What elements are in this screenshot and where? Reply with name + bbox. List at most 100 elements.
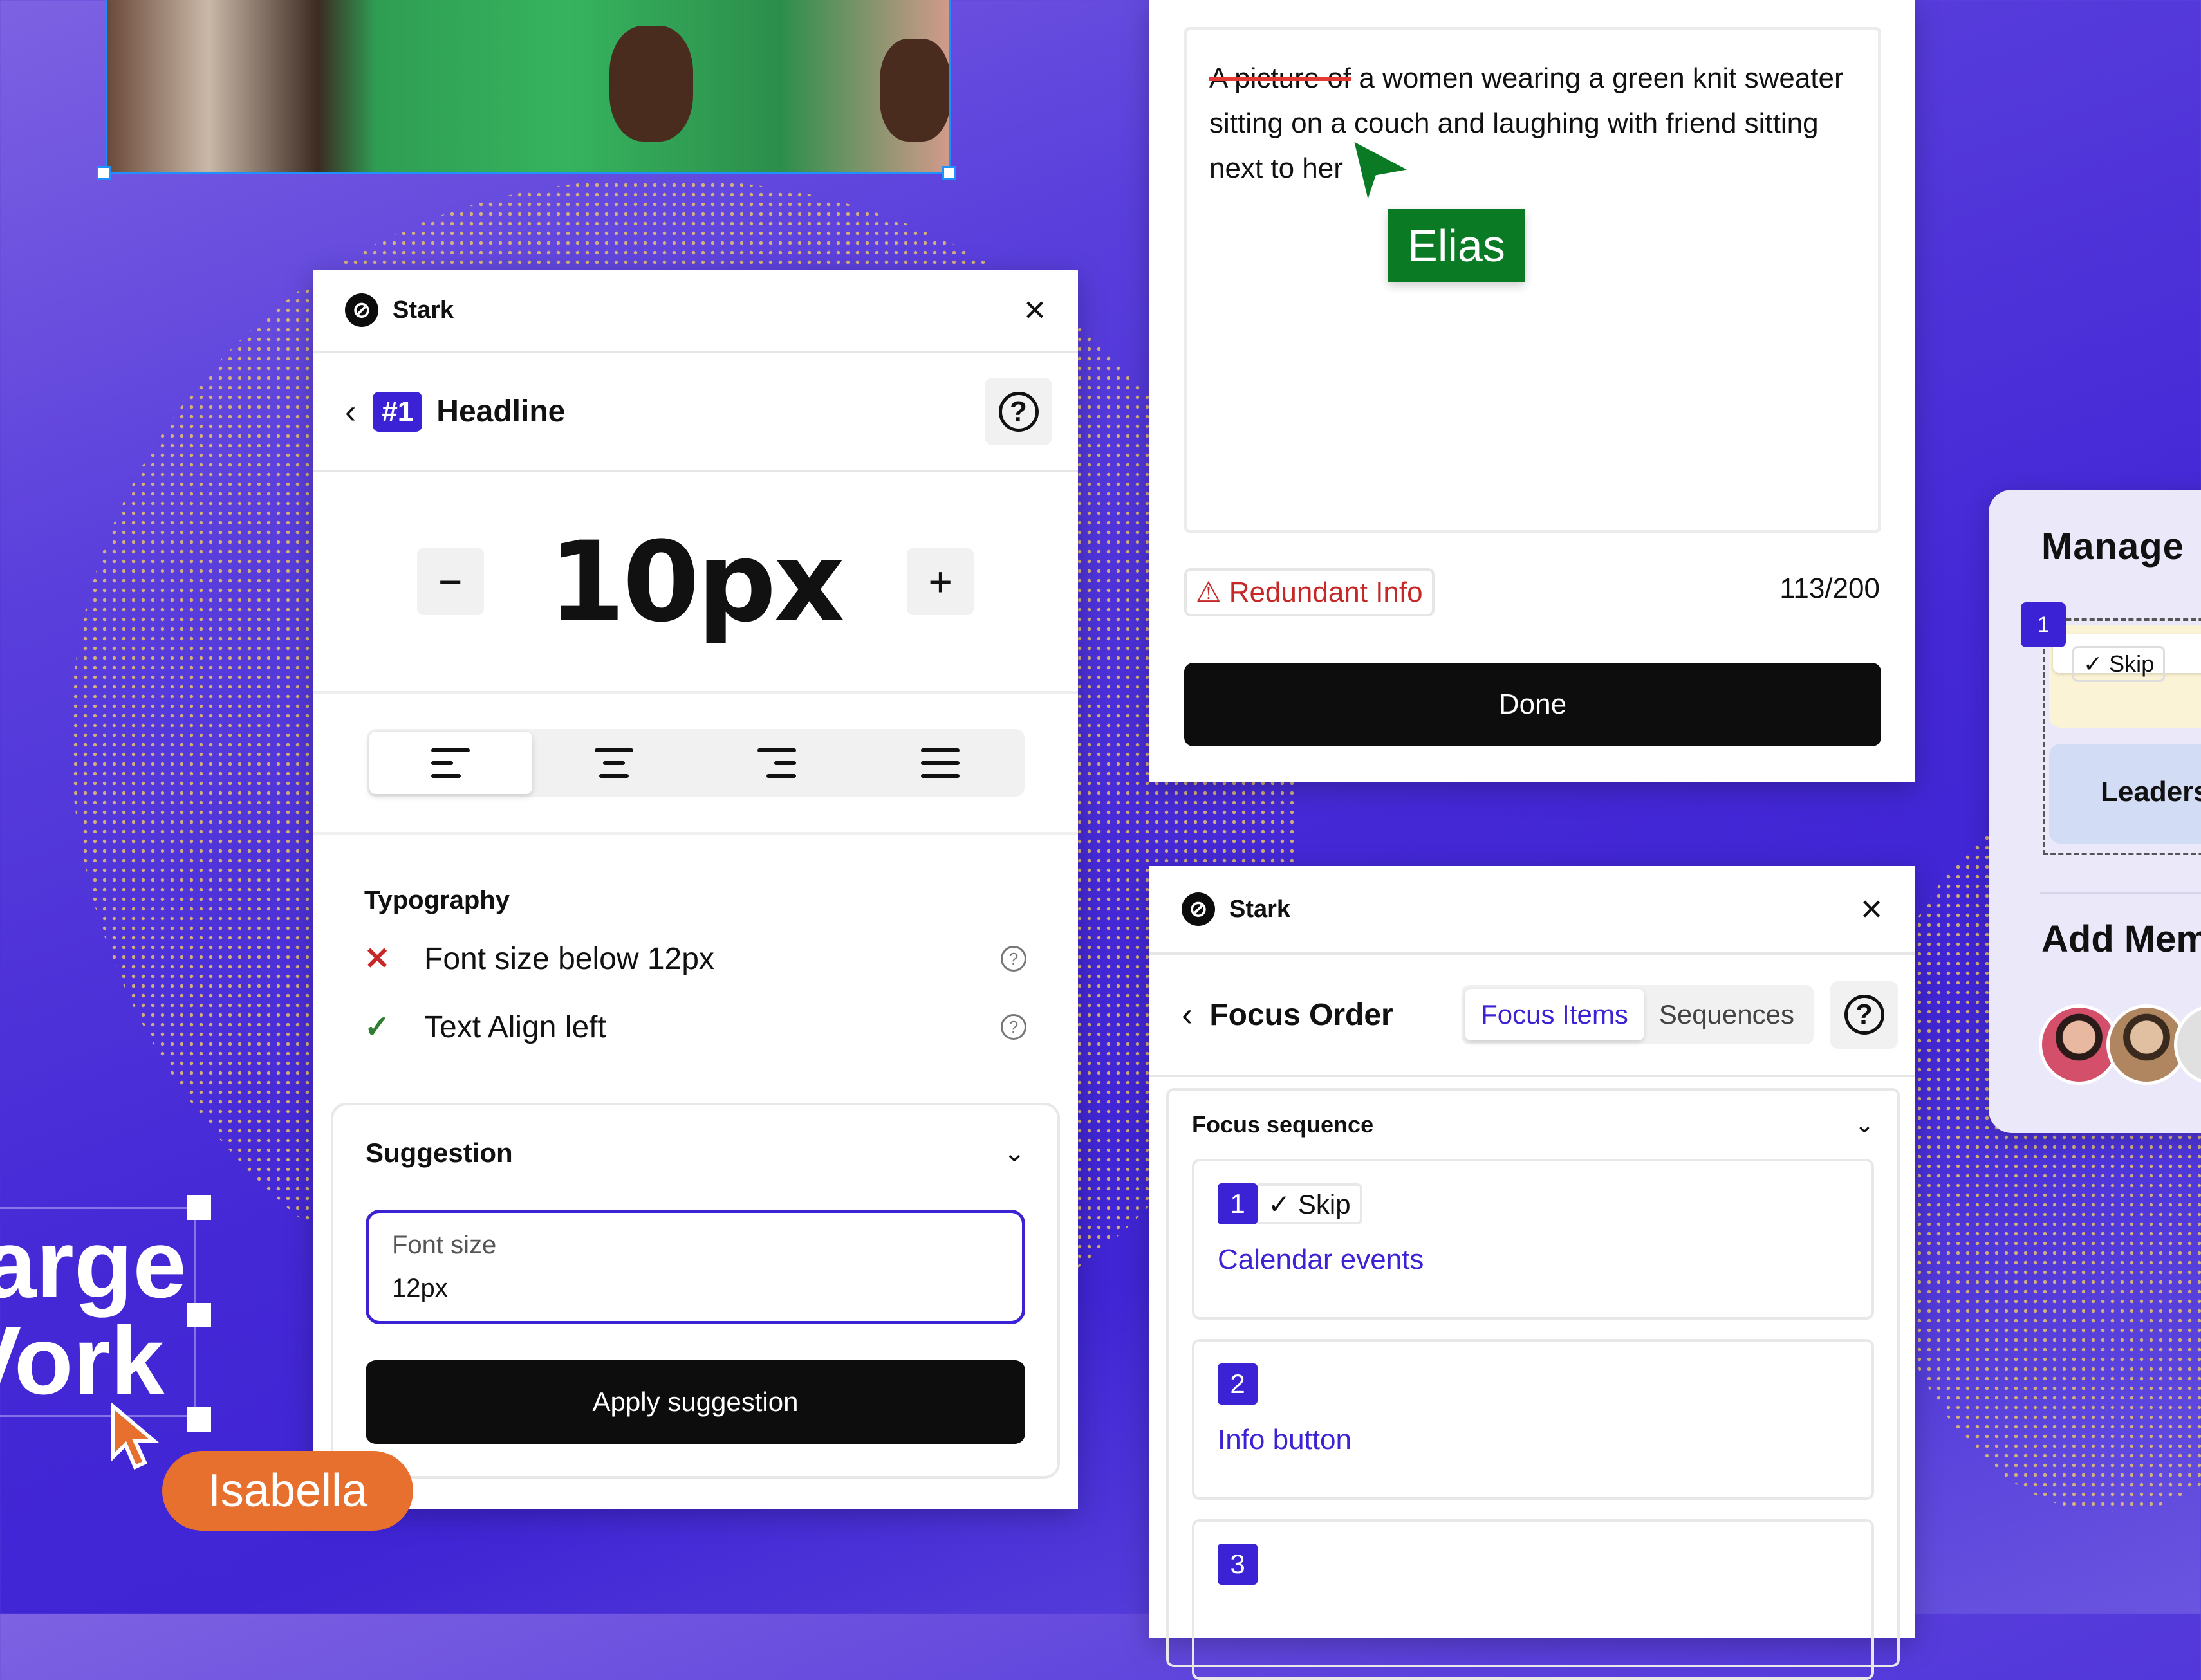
focus-item[interactable]: 3 (1192, 1519, 1874, 1680)
avatar[interactable] (2174, 1004, 2201, 1085)
increment-button[interactable]: + (907, 548, 974, 615)
align-left-button[interactable] (369, 732, 532, 794)
canvas-text-line: arge (0, 1210, 187, 1318)
done-button[interactable]: Done (1184, 663, 1881, 746)
alt-text-panel: A picture of a women wearing a green kni… (1149, 0, 1915, 782)
back-chevron-icon[interactable]: ‹ (1182, 998, 1193, 1031)
character-count: 113/200 (1779, 573, 1880, 604)
focus-sequence-section: Focus sequence ⌄ 1 ✓ Skip Calendar events… (1166, 1088, 1900, 1680)
resize-handle[interactable] (187, 1303, 211, 1327)
focus-number-badge: 1 (2021, 602, 2066, 647)
back-chevron-icon[interactable]: ‹ (345, 395, 356, 429)
skip-link-preview[interactable]: ✓ Skip (2053, 634, 2201, 682)
suggestion-header[interactable]: Suggestion ⌄ (366, 1138, 1025, 1168)
brand-name: Stark (393, 296, 454, 324)
font-size-stepper: − 10px + (313, 472, 1078, 694)
focus-sequence-header[interactable]: Focus sequence ⌄ (1169, 1091, 1897, 1159)
redundant-info-badge: ⚠ Redundant Info (1184, 568, 1435, 616)
pass-check-icon: ✓ (364, 1010, 391, 1044)
help-icon: ? (998, 391, 1039, 432)
align-justify-icon (920, 748, 960, 778)
resize-handle[interactable] (187, 1407, 211, 1432)
focus-item[interactable]: 1 ✓ Skip Calendar events (1192, 1159, 1874, 1320)
resize-handle[interactable] (187, 1195, 211, 1220)
font-size-value: 10px (548, 517, 845, 647)
focus-item-label: Calendar events (1218, 1244, 1424, 1275)
align-left-icon (431, 748, 470, 778)
brand-name: Stark (1229, 895, 1291, 923)
fail-x-icon: ✕ (364, 942, 391, 976)
canvas-text-layer[interactable]: arge Vork (0, 1207, 196, 1417)
decrement-button[interactable]: − (416, 548, 484, 615)
focus-number-badge: 3 (1218, 1544, 1258, 1585)
help-button[interactable]: ? (985, 378, 1052, 445)
stark-focus-order-panel: ⊘ Stark × ‹ Focus Order Focus Items Sequ… (1149, 866, 1915, 1680)
alignment-row (313, 694, 1078, 835)
collaborator-cursor-icon (1348, 135, 1419, 212)
stark-logo-icon: ⊘ (1182, 892, 1215, 926)
panel-subheader: ‹ #1 Headline ? (313, 353, 1078, 472)
check-item-fail: ✕ Font size below 12px ? (364, 941, 1026, 977)
panel-title: Headline (436, 394, 566, 429)
alignment-segmented-control (366, 729, 1025, 797)
focus-item[interactable]: 2 Info button (1192, 1339, 1874, 1500)
info-help-icon[interactable]: ? (1001, 1014, 1026, 1040)
field-value: 12px (392, 1274, 448, 1302)
info-help-icon[interactable]: ? (1001, 946, 1026, 972)
suggestion-card: Suggestion ⌄ Font size 12px Apply sugges… (331, 1103, 1060, 1479)
help-button[interactable]: ? (1830, 981, 1898, 1049)
focus-tabs: Focus Items Sequences (1462, 985, 1814, 1044)
manage-panel: Manage ✓ Skip Leaders 1 Add Mem (1989, 490, 2201, 1133)
stark-logo-icon: ⊘ (345, 293, 378, 327)
item-badge: #1 (373, 391, 423, 432)
focus-item-label: Info button (1218, 1424, 1351, 1455)
focus-number-badge: 2 (1218, 1363, 1258, 1405)
suggestion-heading: Suggestion (366, 1138, 513, 1168)
apply-suggestion-button[interactable]: Apply suggestion (366, 1360, 1025, 1444)
align-justify-button[interactable] (859, 732, 1022, 794)
section-heading: Focus sequence (1192, 1111, 1374, 1138)
resize-handle[interactable] (942, 166, 956, 180)
check-label: Text Align left (424, 1010, 606, 1044)
align-center-button[interactable] (532, 732, 696, 794)
panel-title: Focus Order (1209, 997, 1393, 1032)
photo-detail (609, 26, 693, 142)
close-icon[interactable]: × (1861, 891, 1882, 928)
stark-headline-panel: ⊘ Stark × ‹ #1 Headline ? − 10px + Typog… (313, 270, 1078, 1509)
collaborator-cursor-icon (111, 1403, 160, 1470)
panel-header: ⊘ Stark × (1149, 866, 1915, 955)
skip-tag: ✓ Skip (2072, 646, 2166, 682)
align-right-icon (757, 748, 797, 778)
resize-handle[interactable] (97, 166, 111, 180)
panel-subheader: ‹ Focus Order Focus Items Sequences ? (1149, 955, 1915, 1077)
close-icon[interactable]: × (1024, 291, 1046, 329)
divider (2040, 892, 2201, 894)
collaborator-label-elias: Elias (1388, 209, 1525, 282)
warning-label: Redundant Info (1229, 577, 1423, 608)
manage-title: Manage (2041, 526, 2184, 568)
field-label: Font size (392, 1231, 497, 1259)
typography-heading: Typography (364, 886, 510, 914)
chevron-down-icon[interactable]: ⌄ (1003, 1138, 1025, 1168)
leaders-button[interactable]: Leaders (2049, 744, 2201, 844)
canvas-text-line: Vork (0, 1306, 165, 1414)
align-right-button[interactable] (696, 732, 859, 794)
collaborator-label-isabella: Isabella (162, 1451, 413, 1531)
skip-tag: ✓ Skip (1258, 1183, 1362, 1224)
tab-sequences[interactable]: Sequences (1644, 989, 1810, 1040)
font-size-input[interactable]: Font size 12px (366, 1210, 1025, 1324)
chevron-down-icon[interactable]: ⌄ (1855, 1111, 1874, 1138)
check-item-pass: ✓ Text Align left ? (364, 1009, 1026, 1045)
focus-number-badge: 1 (1218, 1183, 1258, 1224)
align-center-icon (594, 748, 633, 778)
check-label: Font size below 12px (424, 941, 714, 976)
tab-focus-items[interactable]: Focus Items (1465, 989, 1644, 1040)
struck-text: A picture of (1209, 62, 1351, 94)
photo-detail (880, 39, 949, 142)
typography-section: Typography ✕ Font size below 12px ? ✓ Te… (313, 835, 1078, 1103)
add-members-title: Add Mem (2041, 918, 2201, 960)
member-avatars (2039, 1004, 2201, 1085)
alt-text-textarea[interactable]: A picture of a women wearing a green kni… (1184, 27, 1881, 533)
canvas-photo[interactable] (106, 0, 951, 174)
help-icon: ? (1844, 995, 1884, 1035)
